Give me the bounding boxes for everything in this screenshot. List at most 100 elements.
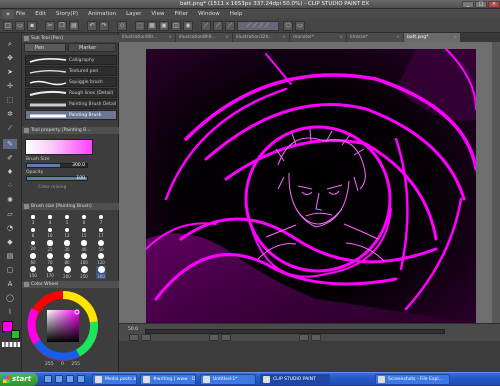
text-tool-icon[interactable]: A (3, 279, 17, 289)
brush-size-preset[interactable]: 17 (96, 227, 106, 240)
brush-size-preset[interactable]: 300 (96, 265, 106, 279)
fill-selection-icon[interactable]: ◉ (183, 21, 193, 31)
transform-icon[interactable]: ⬚ (135, 21, 145, 31)
media-quicklaunch-icon[interactable] (66, 375, 74, 383)
brush-size-preset[interactable]: 100 (79, 252, 89, 266)
brush-size-preset[interactable]: 250 (79, 265, 89, 279)
zoom-tool-icon[interactable]: ⌕ (3, 39, 17, 49)
app-icon[interactable]: ✦ (2, 9, 14, 19)
balloon-tool-icon[interactable]: ◯ (3, 293, 17, 303)
open-icon[interactable]: ▭ (15, 21, 25, 31)
brush-size-slider[interactable]: 300.0 (26, 163, 88, 168)
close-tab-icon[interactable]: × (282, 33, 286, 42)
menu-window[interactable]: Help (230, 11, 243, 17)
menu-filter[interactable]: Window (198, 11, 220, 17)
invert-icon[interactable]: ◫ (171, 21, 181, 31)
close-tab-icon[interactable]: × (339, 33, 343, 42)
brush-item[interactable]: Painting Brush Detail (25, 99, 117, 109)
eraser-tool-icon[interactable]: ▱ (3, 209, 17, 219)
brush-size-preset[interactable]: 70 (45, 252, 55, 266)
opacity-slider[interactable]: 100 (26, 176, 88, 181)
tab-marker[interactable]: Marker (68, 43, 116, 52)
new-file-icon[interactable]: □ (3, 21, 13, 31)
gradient-tool-icon[interactable]: ▤ (3, 251, 17, 261)
copy-icon[interactable]: ❐ (57, 21, 67, 31)
fit-button[interactable] (209, 334, 219, 341)
vertical-scrollbar[interactable] (492, 42, 500, 323)
drawing-canvas[interactable] (146, 49, 476, 323)
sub-color-swatch[interactable] (11, 330, 20, 339)
minimize-button[interactable]: _ (462, 1, 474, 8)
pencil-tool-icon[interactable]: ✐ (3, 153, 17, 163)
close-tab-icon[interactable]: × (168, 33, 172, 42)
document-tab[interactable]: limisse* × (347, 33, 403, 42)
document-tab-active[interactable]: batt.png* × (404, 33, 460, 42)
brush-size-preset[interactable]: 80 (62, 252, 72, 266)
brush-size-preset[interactable]: 150 (28, 265, 38, 279)
brush-size-preset[interactable]: 10 (45, 227, 55, 240)
zoom-out-button[interactable] (129, 334, 139, 341)
select-all-icon[interactable]: ▦ (147, 21, 157, 31)
correct-line-tool-icon[interactable]: ⌇ (3, 307, 17, 317)
move-layer-tool-icon[interactable]: ✢ (3, 81, 17, 91)
brush-size-preset[interactable]: 170 (45, 265, 55, 279)
brush-size-preset[interactable]: 30 (62, 240, 72, 253)
brush-item[interactable]: Squiggle brush (25, 77, 117, 87)
document-tab[interactable]: illustration32h... × (233, 33, 289, 42)
browser-quicklaunch-icon[interactable] (55, 375, 63, 383)
menu-view[interactable]: Filter (174, 11, 188, 17)
zoom-in-button[interactable] (141, 334, 151, 341)
rotate-right-button[interactable] (311, 334, 321, 341)
menu-edit[interactable]: Edit (35, 11, 46, 17)
brush-item[interactable]: Calligraphy (25, 55, 117, 65)
zoom-slider[interactable] (145, 329, 445, 334)
cut-icon[interactable]: ✂ (45, 21, 55, 31)
brush-size-preset[interactable]: 60 (28, 253, 38, 266)
snap-grid-icon[interactable]: ⟋ (225, 21, 235, 31)
tab-pen[interactable]: Pen (24, 43, 66, 52)
taskbar-task[interactable]: CLIP STUDIO PAINT (260, 374, 330, 385)
brush-size-preset[interactable]: 40 (79, 240, 89, 253)
document-tab[interactable]: illustration90r... × (119, 33, 175, 42)
decoration-tool-icon[interactable]: ✺ (3, 195, 17, 205)
brush-tool-icon[interactable]: ♦ (3, 167, 17, 177)
taskbar-task[interactable]: #writing | www - Disco... (140, 374, 196, 385)
operation-tool-icon[interactable]: ➤ (3, 67, 17, 77)
eyedropper-tool-icon[interactable]: ⁄ (3, 123, 17, 133)
color-mixing-label[interactable]: Color mixing (38, 185, 66, 190)
menu-animation[interactable]: Animation (88, 11, 116, 17)
snap-ruler-icon[interactable]: ⟋ (201, 21, 211, 31)
maximize-button[interactable]: □ (475, 1, 487, 8)
snap-line-icon[interactable]: ⟋ (213, 21, 223, 31)
transparent-color-swatch[interactable] (2, 342, 20, 347)
close-tab-icon[interactable]: × (225, 33, 229, 42)
airbrush-tool-icon[interactable]: ⁘ (3, 181, 17, 191)
brush-item[interactable]: Textured pen (25, 66, 117, 76)
menu-story[interactable]: Story(P) (56, 11, 78, 17)
auto-select-tool-icon[interactable]: ✲ (3, 109, 17, 119)
document-tab[interactable]: illustration8h9... × (176, 33, 232, 42)
folder-quicklaunch-icon[interactable] (77, 375, 85, 383)
fill-tool-icon[interactable]: ◆ (3, 237, 17, 247)
undo-icon[interactable]: ↶ (87, 21, 97, 31)
document-tab[interactable]: monster* × (290, 33, 346, 42)
menu-file[interactable]: File (16, 11, 25, 17)
move-tool-icon[interactable]: ✥ (3, 53, 17, 63)
brush-size-preset[interactable]: 20 (28, 240, 38, 253)
brush-size-preset[interactable]: 7 (96, 214, 106, 227)
save-icon[interactable]: ▪ (27, 21, 37, 31)
taskbar-task[interactable]: Untitled-1* (200, 374, 256, 385)
snap-group-icon[interactable]: ⟋ ⟋ ⟋ ⟋ (237, 21, 279, 31)
blend-tool-icon[interactable]: ◔ (3, 223, 17, 233)
taskbar-task[interactable]: Screenshots - File Expl... (375, 374, 450, 385)
close-window-button[interactable]: × (488, 1, 500, 8)
zoom-value[interactable]: 50.0 (128, 327, 138, 332)
brush-size-preset[interactable]: 6 (79, 214, 89, 227)
paste-icon[interactable]: ▤ (69, 21, 79, 31)
color-wheel[interactable] (27, 290, 99, 362)
close-tab-icon[interactable]: × (396, 33, 400, 42)
brush-size-preset[interactable]: 4 (45, 214, 55, 227)
selection-tool-icon[interactable]: ⬚ (3, 95, 17, 105)
brush-size-preset[interactable]: 120 (96, 252, 106, 266)
brush-size-preset[interactable]: 15 (79, 227, 89, 240)
